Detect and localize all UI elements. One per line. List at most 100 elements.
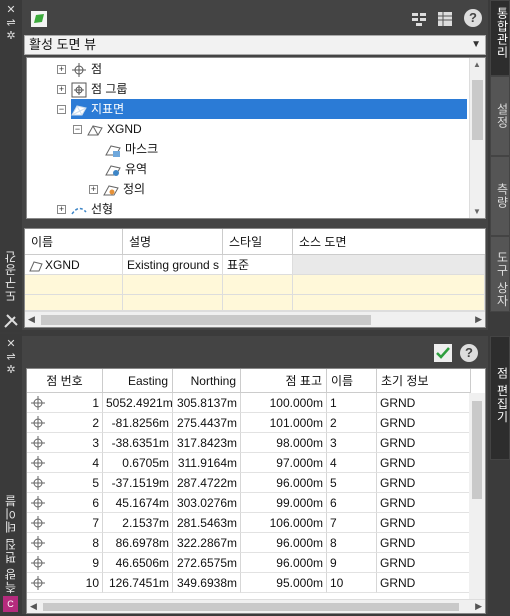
tree-item-point-groups[interactable]: 점 그룹 (71, 79, 127, 99)
list-cell-style[interactable]: 표준 (223, 255, 293, 275)
name-cell[interactable]: 9 (327, 553, 377, 573)
point-number-cell[interactable]: 6 (27, 493, 103, 513)
list-cell-description[interactable]: Existing ground s (123, 255, 223, 275)
raw-description-cell[interactable]: GRND (377, 493, 471, 513)
table-vertical-scrollbar[interactable] (469, 393, 485, 599)
easting-cell[interactable]: 2.1537m (103, 513, 173, 533)
column-header[interactable]: 점 표고 (241, 369, 327, 393)
close-icon[interactable]: ✕ (0, 338, 22, 351)
collapse-toggle[interactable]: − (73, 125, 82, 134)
chevron-down-icon[interactable]: ▼ (471, 36, 481, 54)
expand-toggle[interactable]: + (57, 65, 66, 74)
northing-cell[interactable]: 317.8423m (173, 433, 241, 453)
easting-cell[interactable]: 45.1674m (103, 493, 173, 513)
list-view-icon[interactable] (436, 10, 454, 28)
point-number-cell[interactable]: 7 (27, 513, 103, 533)
raw-description-cell[interactable]: GRND (377, 533, 471, 553)
tree-item-surfaces[interactable]: 지표면 (71, 99, 467, 119)
pin-icon[interactable]: ⇌ (0, 17, 22, 30)
easting-cell[interactable]: 5052.4921m (103, 393, 173, 413)
scroll-thumb[interactable] (41, 315, 371, 325)
column-header[interactable]: 스타일 (223, 229, 293, 255)
elevation-cell[interactable]: 106.000m (241, 513, 327, 533)
name-cell[interactable]: 6 (327, 493, 377, 513)
properties-icon[interactable]: ✲ (0, 364, 22, 377)
tree-item-watershed[interactable]: 유역 (105, 159, 147, 179)
raw-description-cell[interactable]: GRND (377, 553, 471, 573)
point-number-cell[interactable]: 5 (27, 473, 103, 493)
northing-cell[interactable]: 349.6938m (173, 573, 241, 593)
elevation-cell[interactable]: 95.000m (241, 573, 327, 593)
tree-item-points[interactable]: 점 (71, 59, 102, 79)
elevation-cell[interactable]: 96.000m (241, 533, 327, 553)
properties-icon[interactable]: ✲ (0, 30, 22, 43)
easting-cell[interactable]: -38.6351m (103, 433, 173, 453)
raw-description-cell[interactable]: GRND (377, 393, 471, 413)
list-horizontal-scrollbar[interactable]: ◀ ▶ (25, 311, 485, 327)
expand-toggle[interactable]: + (57, 85, 66, 94)
point-number-cell[interactable]: 2 (27, 413, 103, 433)
elevation-cell[interactable]: 98.000m (241, 433, 327, 453)
checkmark-icon[interactable] (434, 344, 452, 362)
northing-cell[interactable]: 305.8137m (173, 393, 241, 413)
collapse-toggle[interactable]: − (57, 105, 66, 114)
expand-toggle[interactable]: + (57, 205, 66, 214)
easting-cell[interactable]: -81.8256m (103, 413, 173, 433)
scroll-thumb[interactable] (472, 401, 482, 499)
northing-cell[interactable]: 281.5463m (173, 513, 241, 533)
northing-cell[interactable]: 311.9164m (173, 453, 241, 473)
scroll-right-icon[interactable]: ▶ (475, 314, 482, 325)
northing-cell[interactable]: 322.2867m (173, 533, 241, 553)
raw-description-cell[interactable]: GRND (377, 453, 471, 473)
raw-description-cell[interactable]: GRND (377, 413, 471, 433)
name-cell[interactable]: 7 (327, 513, 377, 533)
easting-cell[interactable]: 0.6705m (103, 453, 173, 473)
name-cell[interactable]: 5 (327, 473, 377, 493)
point-number-cell[interactable]: 4 (27, 453, 103, 473)
list-cell-name[interactable]: XGND (25, 255, 123, 275)
column-header[interactable]: Easting (103, 369, 173, 393)
raw-description-cell[interactable]: GRND (377, 473, 471, 493)
northing-cell[interactable]: 272.6575m (173, 553, 241, 573)
elevation-cell[interactable]: 100.000m (241, 393, 327, 413)
raw-description-cell[interactable]: GRND (377, 573, 471, 593)
view-select[interactable]: 활성 도면 뷰 ▼ (24, 35, 486, 55)
point-number-cell[interactable]: 1 (27, 393, 103, 413)
northing-cell[interactable]: 287.4722m (173, 473, 241, 493)
northing-cell[interactable]: 275.4437m (173, 413, 241, 433)
column-header[interactable]: Northing (173, 369, 241, 393)
tab-prospector[interactable]: 통합관리 (490, 0, 510, 76)
scroll-left-icon[interactable]: ◀ (28, 314, 35, 325)
northing-cell[interactable]: 303.0276m (173, 493, 241, 513)
point-number-cell[interactable]: 8 (27, 533, 103, 553)
elevation-cell[interactable]: 101.000m (241, 413, 327, 433)
tools-icon[interactable] (3, 313, 19, 329)
elevation-cell[interactable]: 99.000m (241, 493, 327, 513)
point-number-cell[interactable]: 10 (27, 573, 103, 593)
green-cube-icon[interactable] (30, 10, 48, 28)
tree-item-definition[interactable]: 정의 (103, 179, 145, 199)
help-icon[interactable]: ? (460, 344, 478, 362)
tab-survey[interactable]: 측량 (490, 156, 510, 236)
point-number-cell[interactable]: 3 (27, 433, 103, 453)
tree-item-alignments[interactable]: 선형 (71, 199, 113, 218)
name-cell[interactable]: 1 (327, 393, 377, 413)
point-number-cell[interactable]: 9 (27, 553, 103, 573)
easting-cell[interactable]: 126.7451m (103, 573, 173, 593)
item-view-icon[interactable] (410, 10, 428, 28)
column-header[interactable]: 이름 (25, 229, 123, 255)
scroll-down-icon[interactable]: ▼ (473, 207, 481, 216)
raw-description-cell[interactable]: GRND (377, 513, 471, 533)
name-cell[interactable]: 4 (327, 453, 377, 473)
easting-cell[interactable]: 86.6978m (103, 533, 173, 553)
column-header[interactable]: 점 번호 (27, 369, 103, 393)
name-cell[interactable]: 8 (327, 533, 377, 553)
scroll-right-icon[interactable]: ▶ (475, 601, 482, 612)
name-cell[interactable]: 10 (327, 573, 377, 593)
elevation-cell[interactable]: 96.000m (241, 553, 327, 573)
scroll-left-icon[interactable]: ◀ (30, 601, 37, 612)
column-header[interactable]: 소스 도면 (293, 229, 485, 255)
close-icon[interactable]: ✕ (0, 4, 22, 17)
pin-icon[interactable]: ⇌ (0, 351, 22, 364)
column-header[interactable]: 설명 (123, 229, 223, 255)
